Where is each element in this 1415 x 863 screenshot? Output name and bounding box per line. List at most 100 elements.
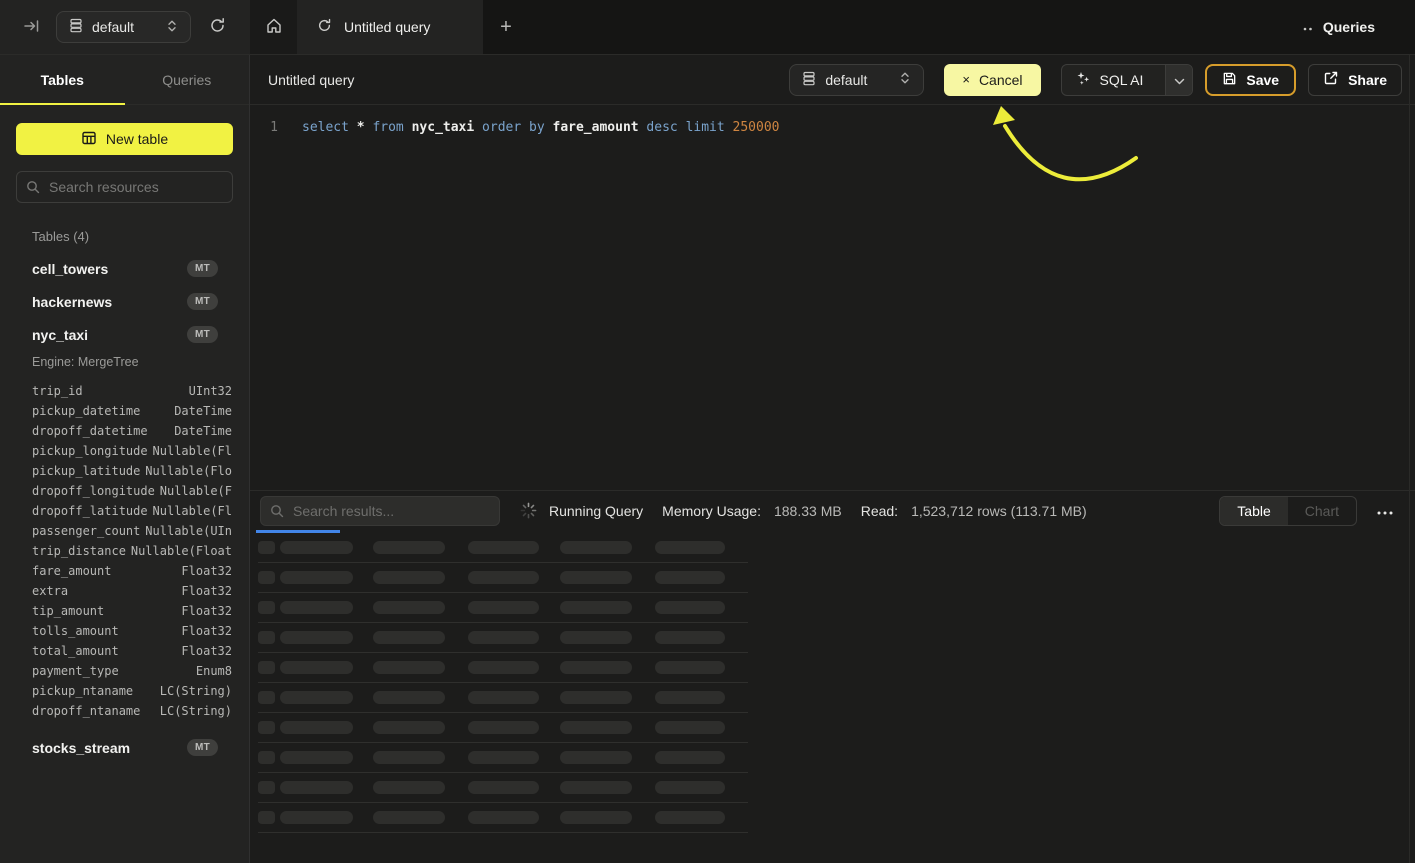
skeleton-cell xyxy=(280,661,353,674)
column-name: payment_type xyxy=(32,661,119,681)
column-type: Nullable(UIn xyxy=(145,521,232,541)
collapse-sidebar-icon xyxy=(23,17,41,38)
column-row: total_amountFloat32 xyxy=(32,641,232,661)
sql-editor[interactable]: 1 select * from nyc_taxi order by fare_a… xyxy=(250,105,1415,490)
table-row xyxy=(258,743,748,773)
column-row: fare_amountFloat32 xyxy=(32,561,232,581)
skeleton-cell xyxy=(258,661,275,674)
column-row: trip_idUInt32 xyxy=(32,381,232,401)
skeleton-cell xyxy=(560,811,632,824)
column-type: Float32 xyxy=(181,601,232,621)
skeleton-cell xyxy=(258,721,275,734)
collapse-sidebar-button[interactable] xyxy=(20,15,44,39)
sidebar-tab-tables[interactable]: Tables xyxy=(0,55,125,104)
skeleton-cell xyxy=(468,811,539,824)
memory-usage-value: 188.33 MB xyxy=(774,503,842,519)
skeleton-cell xyxy=(373,541,445,554)
new-table-button[interactable]: New table xyxy=(16,123,233,155)
top-bar-left: default xyxy=(0,0,250,54)
tab-label: Untitled query xyxy=(344,19,430,35)
sidebar-item-cell-towers[interactable]: cell_towers MT xyxy=(0,252,249,285)
skeleton-cell xyxy=(655,721,725,734)
column-row: pickup_latitudeNullable(Flo xyxy=(32,461,232,481)
sidebar-item-nyc-taxi[interactable]: nyc_taxi MT xyxy=(0,318,249,351)
column-type: Float32 xyxy=(181,561,232,581)
query-database-selector[interactable]: default xyxy=(789,64,924,96)
queries-link-label: Queries xyxy=(1323,19,1375,35)
save-button[interactable]: Save xyxy=(1205,64,1296,96)
search-resources-input[interactable] xyxy=(16,171,233,203)
column-row: payment_typeEnum8 xyxy=(32,661,232,681)
more-options-button[interactable] xyxy=(1373,499,1397,523)
skeleton-cell xyxy=(560,781,632,794)
memory-usage-label: Memory Usage: xyxy=(662,503,761,519)
refresh-button[interactable] xyxy=(203,13,231,41)
sql-token: 250000 xyxy=(733,120,780,135)
column-row: pickup_datetimeDateTime xyxy=(32,401,232,421)
column-type: UInt32 xyxy=(189,381,232,401)
table-row xyxy=(258,773,748,803)
sql-ai-main[interactable]: SQL AI xyxy=(1062,65,1157,95)
sidebar-item-hackernews[interactable]: hackernews MT xyxy=(0,285,249,318)
database-selector[interactable]: default xyxy=(56,11,191,43)
column-row: tolls_amountFloat32 xyxy=(32,621,232,641)
search-results-input[interactable] xyxy=(260,496,500,526)
database-icon xyxy=(802,71,816,89)
results-toolbar: Running Query Memory Usage: 188.33 MB Re… xyxy=(250,490,1415,530)
save-label: Save xyxy=(1246,72,1279,88)
table-row xyxy=(258,623,748,653)
column-row: dropoff_longitudeNullable(F xyxy=(32,481,232,501)
skeleton-cell xyxy=(655,541,725,554)
toggle-table[interactable]: Table xyxy=(1220,497,1287,525)
skeleton-cell xyxy=(373,691,445,704)
column-name: passenger_count xyxy=(32,521,140,541)
tab-untitled-query[interactable]: Untitled query xyxy=(297,0,483,54)
skeleton-cell xyxy=(258,631,275,644)
skeleton-cell xyxy=(373,601,445,614)
home-button[interactable] xyxy=(250,0,297,54)
skeleton-cell xyxy=(280,541,353,554)
column-list: trip_idUInt32pickup_datetimeDateTimedrop… xyxy=(32,381,232,721)
queries-link[interactable]: Queries xyxy=(1303,0,1375,54)
sql-ai-button[interactable]: SQL AI xyxy=(1061,64,1194,96)
sparkles-icon xyxy=(1075,70,1091,89)
skeleton-cell xyxy=(280,571,353,584)
main-panel: Untitled query default × Cancel xyxy=(250,55,1415,863)
skeleton-cell xyxy=(468,751,539,764)
column-row: dropoff_latitudeNullable(Fl xyxy=(32,501,232,521)
share-button[interactable]: Share xyxy=(1308,64,1402,96)
line-number: 1 xyxy=(262,118,286,138)
sidebar-tab-queries[interactable]: Queries xyxy=(125,55,250,104)
database-selector-value: default xyxy=(92,19,157,35)
column-row: pickup_longitudeNullable(Fl xyxy=(32,441,232,461)
ellipsis-icon xyxy=(1377,503,1393,518)
sidebar-item-stocks-stream[interactable]: stocks_stream MT xyxy=(0,731,249,764)
close-icon: × xyxy=(962,72,970,87)
new-tab-button[interactable]: + xyxy=(483,0,529,54)
cancel-button[interactable]: × Cancel xyxy=(944,64,1040,96)
sql-ai-dropdown[interactable] xyxy=(1165,65,1192,95)
skeleton-cell xyxy=(280,721,353,734)
sidebar: Tables Queries New table Tables (4) cell… xyxy=(0,55,250,863)
spinner-icon xyxy=(520,502,537,519)
sql-token: by xyxy=(529,120,552,135)
table-row xyxy=(258,533,748,563)
skeleton-cell xyxy=(468,721,539,734)
skeleton-cell xyxy=(280,811,353,824)
query-actions: default × Cancel SQL AI xyxy=(789,64,1402,96)
skeleton-cell xyxy=(560,631,632,644)
column-name: dropoff_ntaname xyxy=(32,701,140,721)
skeleton-cell xyxy=(280,781,353,794)
query-database-value: default xyxy=(825,72,890,88)
toggle-chart[interactable]: Chart xyxy=(1288,497,1356,525)
query-running-icon xyxy=(317,18,332,36)
chevron-updown-icon xyxy=(899,71,911,88)
skeleton-cell xyxy=(468,601,539,614)
skeleton-cell xyxy=(655,691,725,704)
skeleton-cell xyxy=(258,781,275,794)
sidebar-tabs: Tables Queries xyxy=(0,55,249,105)
skeleton-cell xyxy=(373,571,445,584)
query-status: Running Query xyxy=(549,503,643,519)
skeleton-cell xyxy=(258,571,275,584)
skeleton-cell xyxy=(258,751,275,764)
